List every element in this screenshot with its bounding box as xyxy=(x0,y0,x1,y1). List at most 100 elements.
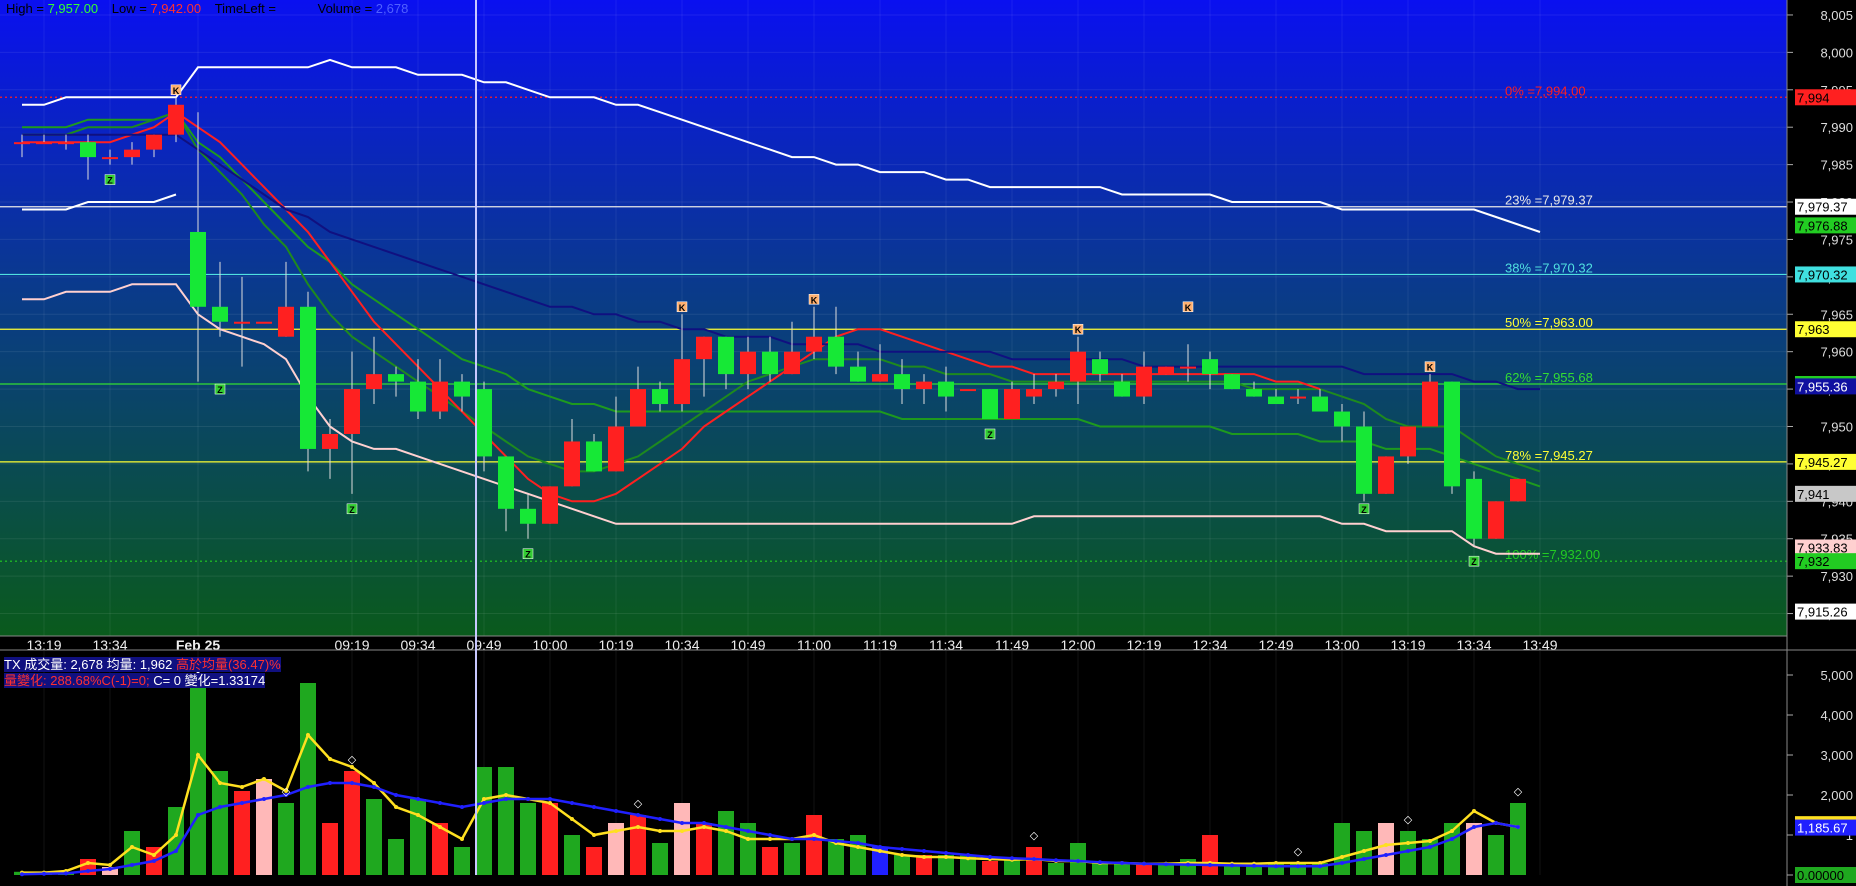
volume-ma-point xyxy=(878,845,882,849)
candle-body xyxy=(410,381,426,412)
y-tick-label: 7,950 xyxy=(1820,419,1853,434)
volume-ma-point xyxy=(988,855,992,859)
trading-chart[interactable]: 0% =7,994.00 23% =7,979.37 38% =7,970.32 50… xyxy=(0,0,1856,886)
volume-marker: ◇ xyxy=(1030,830,1039,842)
pattern-marker-label: K xyxy=(173,86,180,96)
volume-ma-point xyxy=(592,805,596,809)
x-tick-label: 11:19 xyxy=(863,637,897,653)
volume-ma-point xyxy=(1054,858,1058,863)
volume-tick-label: 4,000 xyxy=(1820,708,1853,723)
volume-ma-point xyxy=(394,793,398,797)
x-tick-label: 10:19 xyxy=(598,637,633,653)
volume-ma-point xyxy=(240,785,244,789)
volume-ma-point xyxy=(856,845,860,849)
volume-ma-point xyxy=(1274,864,1278,869)
candle-body xyxy=(1400,426,1416,457)
volume-bar xyxy=(344,771,360,875)
volume-ma-point xyxy=(504,793,508,797)
price-tag-label: 7,976.88 xyxy=(1797,218,1848,233)
pattern-marker-label: Z xyxy=(349,505,355,515)
candle-body xyxy=(102,157,118,160)
volume-bar xyxy=(674,803,690,875)
x-tick-label: 10:49 xyxy=(730,637,765,653)
volume-bar xyxy=(564,835,580,875)
time-axis: 13:19 13:34 Feb 25 09:19 09:34 09:49 10:00 10:1… xyxy=(0,635,1856,653)
candle-body xyxy=(1466,478,1482,539)
x-tick-label: 09:34 xyxy=(400,637,435,653)
candle-body xyxy=(894,374,910,390)
candle-body xyxy=(212,306,228,322)
candle-body xyxy=(1202,359,1218,375)
candle-body xyxy=(1092,359,1108,375)
volume-ma-point xyxy=(86,869,90,873)
volume-ma-point xyxy=(460,805,464,809)
candle-body xyxy=(454,381,470,397)
fib-label: 38% =7,970.32 xyxy=(1505,260,1593,275)
volume-ma-point xyxy=(944,855,948,859)
volume-ma-point xyxy=(768,833,772,837)
volume-ma-point xyxy=(1098,860,1102,865)
volume-ma-point xyxy=(306,733,310,737)
volume-ma-point xyxy=(922,855,926,859)
volume-ma-point xyxy=(306,785,310,789)
candle-body xyxy=(1378,456,1394,494)
volume-ma-point xyxy=(746,837,750,841)
candle-body xyxy=(476,389,492,457)
volume-ma-point xyxy=(1428,839,1432,843)
y-tick-label: 7,985 xyxy=(1820,158,1853,173)
volume-ma-point xyxy=(482,801,486,805)
volume-bar xyxy=(542,803,558,875)
volume-ma-point xyxy=(64,871,68,876)
volume-ma-point xyxy=(152,859,156,863)
volume-header: TX 成交量: 2,678 均量: 1,962 高於均量(36.47)% 量變化… xyxy=(4,657,285,689)
volume-bar xyxy=(322,823,338,875)
volume-marker: ◇ xyxy=(282,786,291,798)
volume-ma-point xyxy=(658,829,662,833)
volume-ma-point xyxy=(900,853,904,857)
volume-bar xyxy=(300,683,316,875)
volume-ma-point xyxy=(1428,845,1432,849)
volume-ma-point xyxy=(1252,863,1256,868)
volume-bar xyxy=(586,847,602,875)
volume-ma-point xyxy=(174,849,178,853)
volume-ma-point xyxy=(372,785,376,789)
candle-body xyxy=(982,389,998,420)
volume-ma-point xyxy=(724,829,728,833)
x-tick-label: 12:49 xyxy=(1258,637,1293,653)
volume-bar xyxy=(1510,803,1526,875)
candle-body xyxy=(1444,381,1460,487)
candle-body xyxy=(1422,381,1438,427)
volume-bar xyxy=(652,843,668,875)
volume-ma-point xyxy=(1384,853,1388,857)
pattern-marker-label: Z xyxy=(525,550,531,560)
volume-ma-point xyxy=(1384,843,1388,847)
x-tick-label: 11:49 xyxy=(995,637,1029,653)
volume-ma-point xyxy=(218,805,222,809)
volume-ma-point xyxy=(438,801,442,805)
volume-marker: ◇ xyxy=(1294,846,1303,858)
y-tick-label: 7,990 xyxy=(1820,120,1853,135)
volume-ma-point xyxy=(1296,864,1300,869)
volume-ma-point xyxy=(1186,862,1190,867)
volume-ma-point xyxy=(240,801,244,805)
volume-ma-point xyxy=(174,833,178,837)
x-tick-label: 12:00 xyxy=(1060,637,1095,653)
volume-bar xyxy=(1334,823,1350,875)
volume-bar xyxy=(410,799,426,875)
volume-bar xyxy=(1378,823,1394,875)
low-value: 7,942.00 xyxy=(150,1,202,16)
fib-label: 23% =7,979.37 xyxy=(1505,193,1593,208)
volume-ma-point xyxy=(966,853,970,857)
volume-bar xyxy=(696,823,712,875)
candle-body xyxy=(630,389,646,427)
volume-ma-point xyxy=(328,757,332,761)
y-tick-label: 7,960 xyxy=(1820,345,1853,360)
volume-ma-point xyxy=(658,817,662,821)
volume-ma-point xyxy=(1362,857,1366,861)
volume-ma-point xyxy=(812,837,816,841)
y-tick-label: 7,965 xyxy=(1820,307,1853,322)
above-average-label: 高於均量(36.47)% xyxy=(175,657,281,672)
volume-ma-point xyxy=(1032,857,1036,861)
volume-ma-point xyxy=(834,839,838,843)
volume-ma-point xyxy=(1010,856,1014,861)
